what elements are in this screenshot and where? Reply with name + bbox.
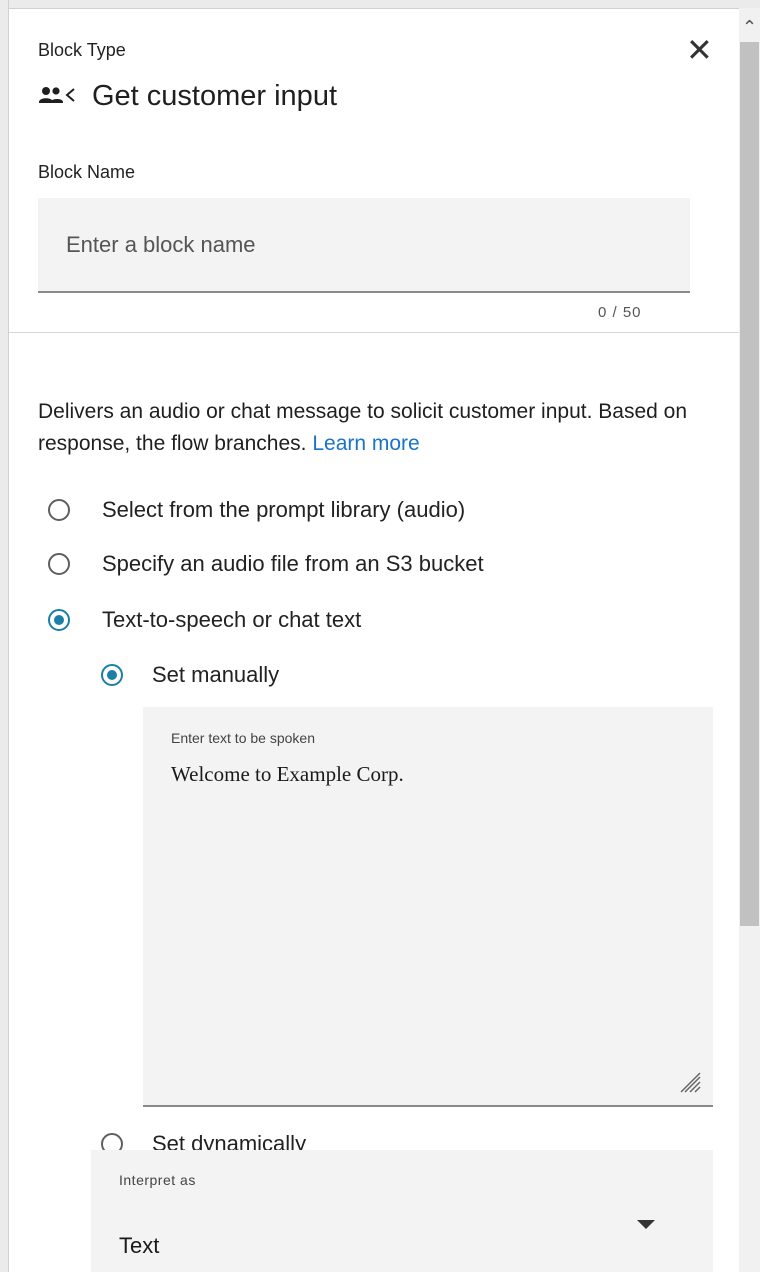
text-to-speak-value[interactable]: Welcome to Example Corp. [171,762,404,787]
close-icon[interactable]: ✕ [686,32,713,68]
block-title-row: Get customer input [38,78,337,114]
interpret-as-label: Interpret as [119,1172,196,1188]
char-counter: 0 / 50 [598,304,642,321]
resize-handle-icon[interactable] [679,1071,701,1093]
block-description: Delivers an audio or chat message to sol… [38,396,728,460]
radio-prompt-library[interactable]: Select from the prompt library (audio) [48,497,465,523]
section-divider [9,332,739,333]
scrollbar-thumb[interactable] [740,42,759,926]
radio-label: Text-to-speech or chat text [102,607,362,632]
radio-button[interactable] [101,664,123,686]
radio-button[interactable] [48,499,70,521]
window-top-border [0,0,760,9]
radio-button[interactable] [48,609,70,631]
radio-s3-audio-file[interactable]: Specify an audio file from an S3 bucket [48,551,484,577]
window-left-border [0,0,9,1272]
radio-set-manually[interactable]: Set manually [101,662,279,688]
radio-text-to-speech[interactable]: Text-to-speech or chat text [48,607,361,633]
text-to-speak-label: Enter text to be spoken [171,730,315,746]
radio-button[interactable] [48,553,70,575]
caret-down-icon[interactable] [637,1220,655,1229]
radio-label: Set manually [152,662,280,687]
block-name-input[interactable] [38,198,690,293]
customer-input-icon [39,87,75,103]
text-to-speak-field[interactable]: Enter text to be spoken Welcome to Examp… [143,707,713,1107]
scroll-up-arrow-icon[interactable]: ⌃ [739,12,760,42]
radio-label: Specify an audio file from an S3 bucket [102,551,484,576]
learn-more-link[interactable]: Learn more [312,432,419,455]
block-name-label: Block Name [38,162,136,182]
block-type-label: Block Type [38,40,126,60]
interpret-as-value: Text [119,1233,160,1258]
block-title: Get customer input [92,79,337,112]
interpret-as-select[interactable]: Interpret as Text [91,1150,713,1272]
radio-label: Select from the prompt library (audio) [102,497,466,522]
